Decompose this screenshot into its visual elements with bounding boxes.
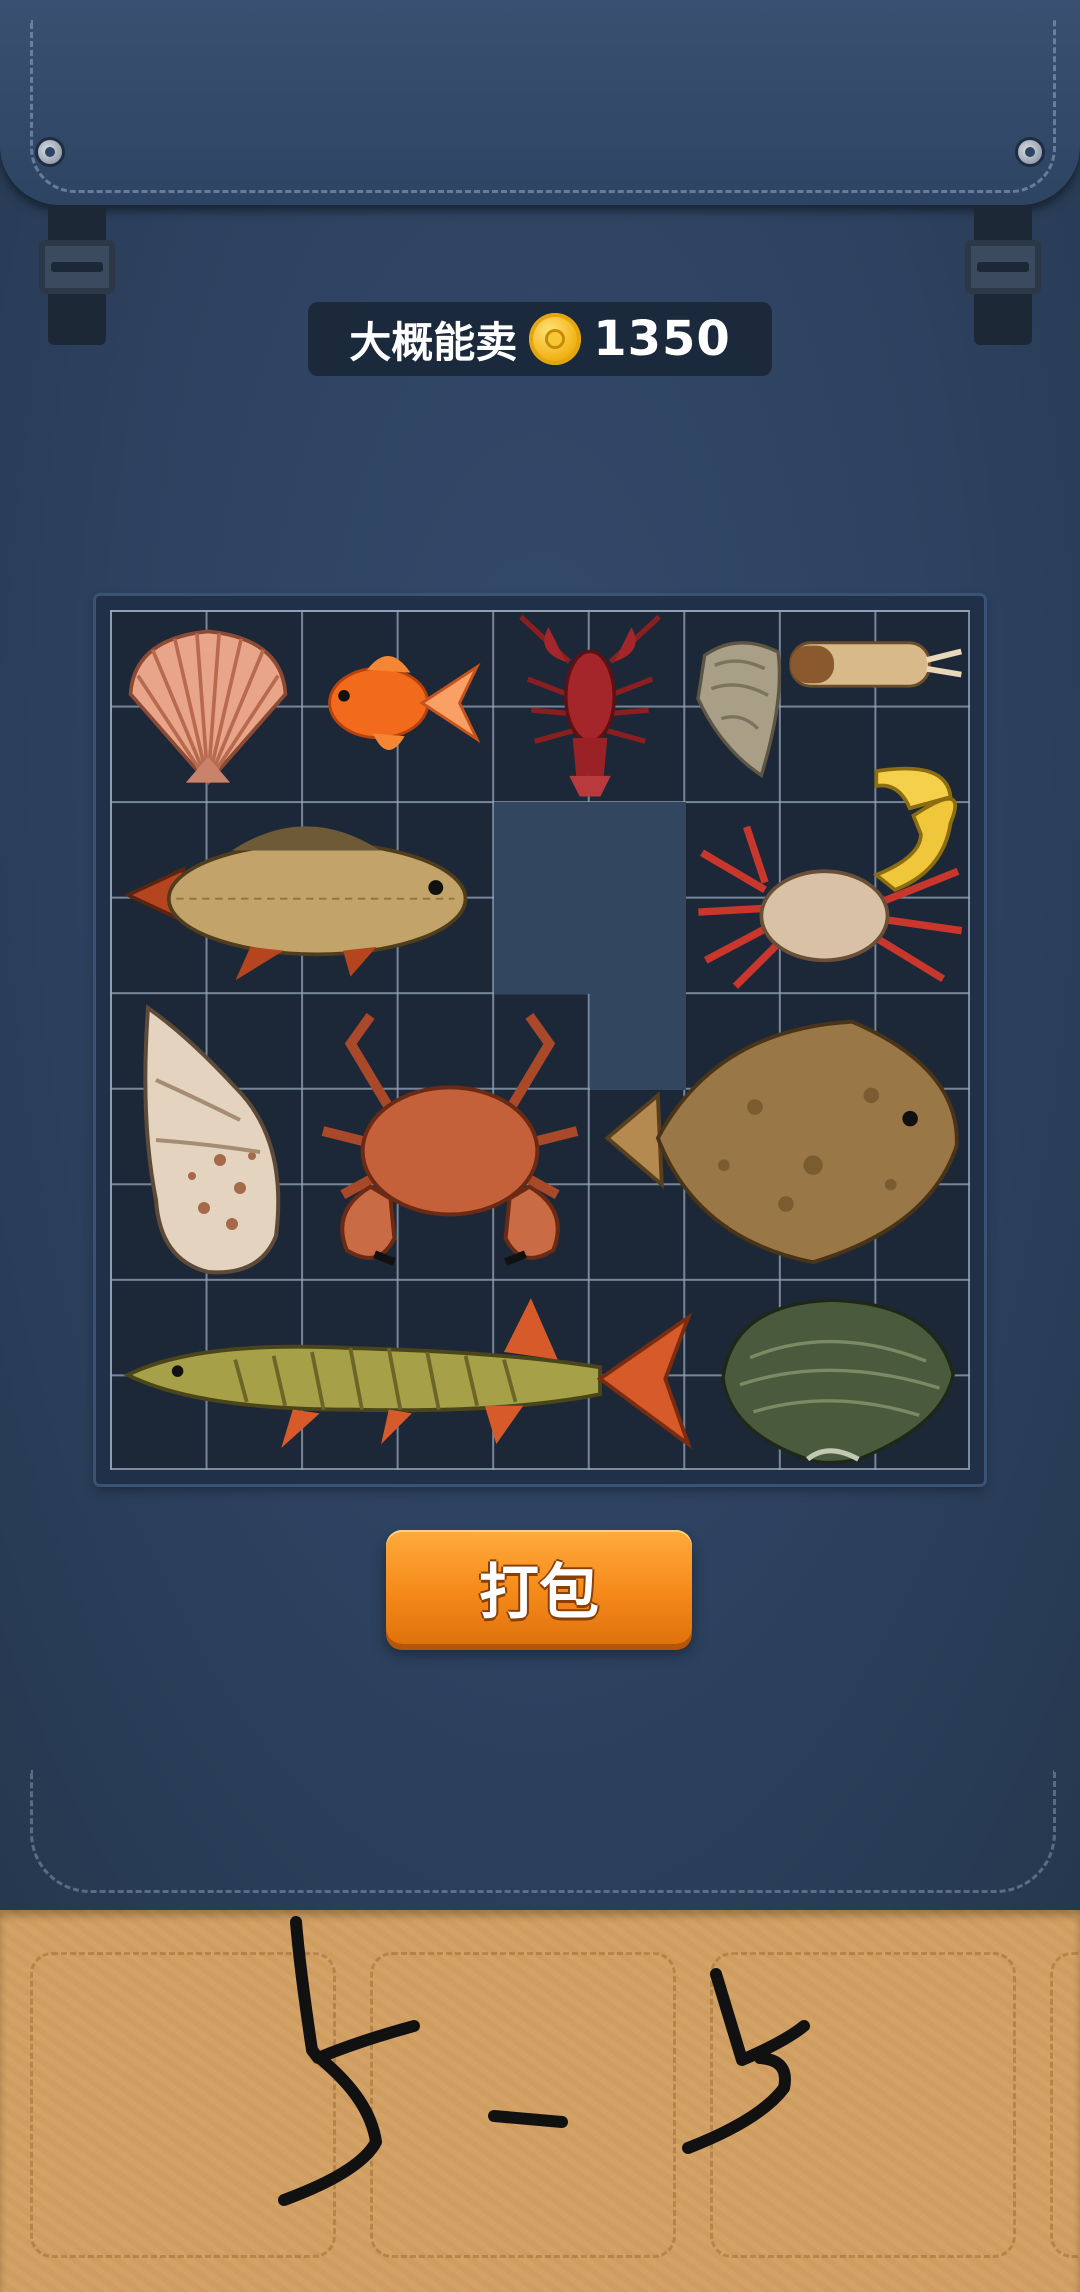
tray-slot[interactable] xyxy=(1050,1952,1080,2258)
game-screen: 大概能卖 1350 打包 xyxy=(0,0,1080,2292)
fiddler-crab-item[interactable] xyxy=(690,760,970,990)
tray-slot[interactable] xyxy=(370,1952,676,2258)
rivet-icon xyxy=(38,140,62,164)
carp-item[interactable] xyxy=(120,806,492,984)
buckle-icon xyxy=(965,240,1041,294)
pike-item[interactable] xyxy=(120,1290,696,1460)
goldfish-item[interactable] xyxy=(306,638,486,768)
tray-slot[interactable] xyxy=(30,1952,336,2258)
price-label: 大概能卖 xyxy=(349,317,518,367)
rivet-icon xyxy=(1018,140,1042,164)
flounder-item[interactable] xyxy=(598,1010,970,1270)
scallop-item[interactable] xyxy=(114,624,302,790)
pack-button[interactable]: 打包 xyxy=(386,1530,692,1644)
crayfish-item[interactable] xyxy=(502,610,678,800)
price-value: 1350 xyxy=(593,311,731,367)
inventory-grid-frame xyxy=(96,596,984,1484)
inventory-grid xyxy=(110,610,970,1470)
mussel-item[interactable] xyxy=(706,1290,960,1466)
tray-slot[interactable] xyxy=(710,1952,1016,2258)
price-estimate-bar: 大概能卖 1350 xyxy=(308,302,772,376)
gold-coin-icon xyxy=(529,313,582,365)
bag-bottom-stitching xyxy=(30,1770,1056,1893)
brown-crab-item[interactable] xyxy=(310,1004,590,1278)
whelk-shell-item[interactable] xyxy=(120,1000,300,1280)
flap-stitching xyxy=(30,20,1056,193)
backpack-flap xyxy=(0,0,1080,205)
empty-cell xyxy=(494,802,590,994)
razor-clam-item[interactable] xyxy=(782,628,970,698)
buckle-icon xyxy=(39,240,115,294)
